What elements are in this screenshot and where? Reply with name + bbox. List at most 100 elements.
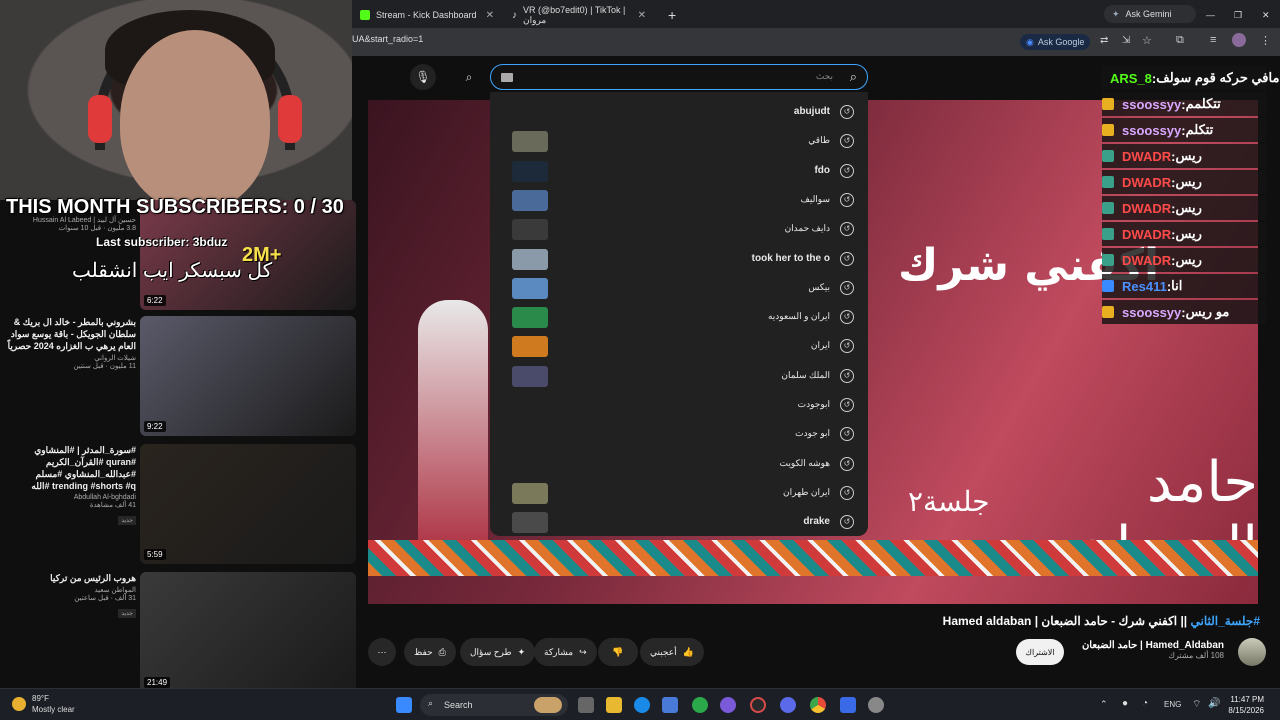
like-button[interactable]: أعجبني 👍 xyxy=(640,638,704,666)
profile-avatar[interactable] xyxy=(1232,33,1246,47)
dislike-button[interactable]: 👎 xyxy=(598,638,638,666)
chat-message-text: مافي حركه قوم سولف xyxy=(1156,70,1280,85)
chat-message-text: ريس xyxy=(1175,252,1202,267)
weather-widget[interactable]: 89°F Mostly clear xyxy=(12,693,75,715)
chat-username: ARS_8 xyxy=(1110,70,1152,86)
search-suggestion[interactable]: بيكس ↺ xyxy=(490,274,868,303)
bookmark-star-icon[interactable]: ☆ xyxy=(1142,34,1152,47)
search-suggestion[interactable]: took her to the o ↺ xyxy=(490,245,868,274)
tray-icon[interactable]: ● xyxy=(1122,698,1128,709)
search-suggestion[interactable]: fdo ↺ xyxy=(490,157,868,186)
start-icon[interactable] xyxy=(396,697,412,713)
minimize-button[interactable]: — xyxy=(1198,4,1220,26)
tab-kick-dashboard[interactable]: Stream - Kick Dashboard ✕ xyxy=(352,4,502,26)
ask-gemini-button[interactable]: ✦ Ask Gemini xyxy=(1104,5,1196,23)
search-suggestion[interactable]: abujudt ↺ xyxy=(490,98,868,127)
chat-username: ssoossyy xyxy=(1122,96,1182,112)
search-suggestion[interactable]: ايران و السعوديه ↺ xyxy=(490,303,868,332)
suggestion-thumbnail xyxy=(512,482,548,504)
related-video-views: 41 ألف مشاهدة xyxy=(89,502,136,509)
search-suggestion[interactable]: ايران طهران ↺ xyxy=(490,479,868,508)
volume-icon[interactable]: 🔊 xyxy=(1208,698,1220,709)
search-suggestion[interactable]: هوشه الكويت ↺ xyxy=(490,450,868,479)
app-icon-2[interactable] xyxy=(840,697,856,713)
wifi-icon[interactable]: ⌔ xyxy=(1192,698,1201,711)
related-video-thumbnail[interactable]: 5:59 xyxy=(140,444,356,564)
tray-chevron-icon[interactable]: ⌃ xyxy=(1100,699,1108,710)
taskbar-search[interactable]: ⌕ Search xyxy=(420,694,568,716)
search-icon[interactable]: ⌕ xyxy=(850,69,857,85)
moon-icon xyxy=(12,697,26,711)
lens-icon: ◉ xyxy=(1026,36,1034,47)
search-suggestion[interactable]: سواليف ↺ xyxy=(490,186,868,215)
new-tab-button[interactable]: + xyxy=(660,4,682,26)
xbox-icon[interactable] xyxy=(692,697,708,713)
chat-separator: : xyxy=(1181,304,1186,320)
file-explorer-icon[interactable] xyxy=(606,697,622,713)
related-video-meta[interactable]: #سورة_المدثر | #المنشاوي #quran #القرآن_… xyxy=(6,444,136,527)
stream-chat-overlay: مافي حركه قوم سولف : ARS_8 تتكلمم : ssoos… xyxy=(1102,66,1279,328)
address-bar[interactable]: UA&start_radio=1 ◉ Ask Google ⇄ ⇲ ☆ ⧉ ≡ … xyxy=(352,28,1280,56)
tab-tiktok[interactable]: ♪ VR (@bo7edit0) | TikTok | مروان ✕ xyxy=(504,4,654,26)
history-icon: ↺ xyxy=(840,310,854,325)
chat-badge-icon xyxy=(1102,202,1114,214)
channel-avatar[interactable] xyxy=(1238,638,1266,666)
task-view-icon[interactable] xyxy=(578,697,594,713)
search-suggestion[interactable]: ابوجودت ↺ xyxy=(490,391,868,420)
suggestion-label: دايف حمدان xyxy=(784,223,830,234)
save-button[interactable]: حفظ ⎙ xyxy=(404,638,456,666)
search-suggestion[interactable]: الملك سلمان ↺ xyxy=(490,362,868,391)
tray-icon-2[interactable]: ◔ xyxy=(1142,698,1148,709)
channel-name[interactable]: Hamed_Aldaban | حامد الضبعان xyxy=(1082,640,1224,651)
translate-icon[interactable]: ⇄ xyxy=(1100,35,1108,46)
media-icon[interactable]: ≡ xyxy=(1210,34,1216,46)
voice-search-button[interactable]: 🎙 xyxy=(410,64,436,90)
search-suggestion[interactable]: طاقي ↺ xyxy=(490,127,868,156)
url-text[interactable]: UA&start_radio=1 xyxy=(352,34,423,44)
search-suggestion[interactable]: drake ↺ xyxy=(490,508,868,536)
search-suggestion[interactable]: ابو جودت ↺ xyxy=(490,420,868,449)
close-icon[interactable]: ✕ xyxy=(486,10,494,21)
ask-button[interactable]: طرح سؤال ✦ xyxy=(460,638,536,666)
related-video-thumbnail[interactable]: 9:22 xyxy=(140,316,356,436)
related-video-title: هروب الرئيس من تركيا xyxy=(50,573,136,583)
settings-icon[interactable] xyxy=(868,697,884,713)
install-icon[interactable]: ⇲ xyxy=(1122,35,1130,46)
edge-icon[interactable] xyxy=(634,697,650,713)
chat-separator: : xyxy=(1171,200,1176,216)
ask-google-button[interactable]: ◉ Ask Google xyxy=(1020,34,1091,50)
channel-info[interactable]: Hamed_Aldaban | حامد الضبعان 108 ألف مشت… xyxy=(1082,640,1224,660)
search-input[interactable]: بحث ⌕ xyxy=(490,64,868,90)
chat-message: ريس : DWADR xyxy=(1102,222,1266,246)
share-button[interactable]: مشاركة ↪ xyxy=(534,638,597,666)
last-subscriber-overlay: Last subscriber: 3bduz xyxy=(96,235,228,249)
app-icon[interactable] xyxy=(720,697,736,713)
related-video-meta[interactable]: بشروني بالمطر - خالد ال بريك & سلطان الج… xyxy=(6,316,136,370)
chrome-icon[interactable] xyxy=(810,697,826,713)
suggestion-label: drake xyxy=(803,516,830,528)
menu-icon[interactable]: ⋮ xyxy=(1260,34,1271,47)
obs-icon[interactable] xyxy=(750,697,766,713)
chat-separator: : xyxy=(1171,148,1176,164)
close-icon[interactable]: ✕ xyxy=(638,10,646,21)
search-suggestion[interactable]: دايف حمدان ↺ xyxy=(490,215,868,244)
window-close-button[interactable]: ✕ xyxy=(1254,4,1276,26)
store-icon[interactable] xyxy=(662,697,678,713)
clock[interactable]: 11:47 PM 8/15/2026 xyxy=(1228,694,1264,716)
subscribe-button[interactable]: الاشتراك xyxy=(1016,639,1064,665)
related-video-meta[interactable]: هروب الرئيس من تركيا المواطن سعيد 31 ألف ·… xyxy=(6,572,136,620)
related-video-views: 3.8 مليون · قبل 10 سنوات xyxy=(58,225,136,232)
maximize-button[interactable]: ❐ xyxy=(1226,4,1248,26)
history-icon: ↺ xyxy=(840,368,854,383)
related-video-thumbnail[interactable]: 21:49 xyxy=(140,572,356,692)
related-video-views: 31 ألف · قبل ساعتين xyxy=(74,595,136,602)
search-left-icon[interactable]: ⌕ xyxy=(456,64,482,90)
tab-label: VR (@bo7edit0) | TikTok | مروان xyxy=(523,4,626,25)
discord-icon[interactable] xyxy=(780,697,796,713)
video-hashtag[interactable]: #جلسة_الثاني xyxy=(1191,614,1261,628)
search-suggestion[interactable]: ايران ↺ xyxy=(490,332,868,361)
language-indicator[interactable]: ENG xyxy=(1164,700,1181,709)
more-actions-button[interactable]: ⋯ xyxy=(368,638,396,666)
extensions-icon[interactable]: ⧉ xyxy=(1176,34,1184,47)
keyboard-icon[interactable] xyxy=(501,73,513,82)
